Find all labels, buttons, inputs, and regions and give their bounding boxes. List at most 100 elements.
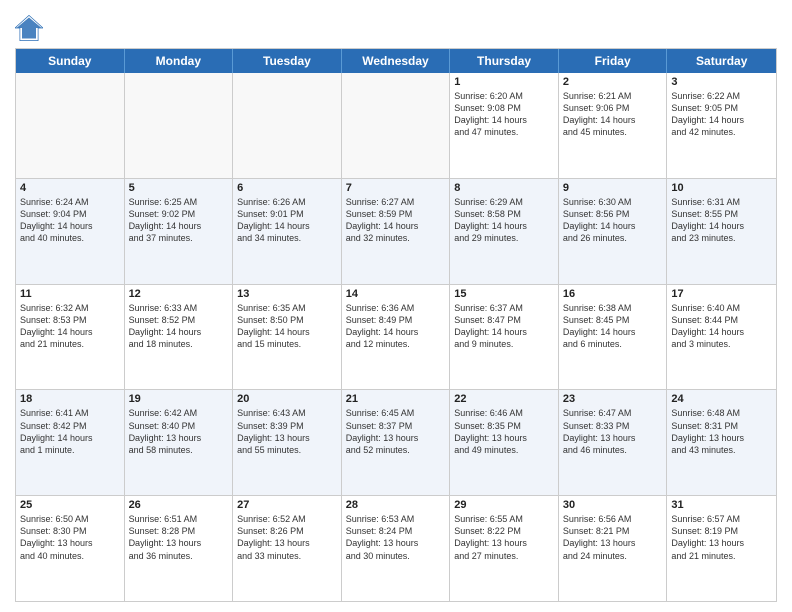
day-cell-21: 21 Sunrise: 6:45 AM Sunset: 8:37 PM Dayli… [342,390,451,495]
day-cell-13: 13Sunrise: 6:35 AM Sunset: 8:50 PM Dayli… [233,285,342,390]
day-cell-12: 12 Sunrise: 6:33 AM Sunset: 8:52 PM Dayli… [125,285,234,390]
day-info: Sunrise: 6:53 AM Sunset: 8:24 PM Dayligh… [346,513,446,562]
day-cell-25: 25Sunrise: 6:50 AM Sunset: 8:30 PM Dayli… [16,496,125,601]
day-cell-6: 6Sunrise: 6:26 AM Sunset: 9:01 PM Daylig… [233,179,342,284]
day-cell-24: 24Sunrise: 6:48 AM Sunset: 8:31 PM Dayli… [667,390,776,495]
day-number: 12 [129,288,229,300]
day-number: 7 [346,182,446,194]
day-number: 27 [237,499,337,511]
day-info: Sunrise: 6:37 AM Sunset: 8:47 PM Dayligh… [454,302,554,351]
day-info: Sunrise: 6:52 AM Sunset: 8:26 PM Dayligh… [237,513,337,562]
day-number: 15 [454,288,554,300]
day-number: 2 [563,76,663,88]
page: SundayMondayTuesdayWednesdayThursdayFrid… [0,0,792,612]
day-info: Sunrise: 6:21 AM Sunset: 9:06 PM Dayligh… [563,90,663,139]
day-number: 18 [20,393,120,405]
day-cell-28: 28 Sunrise: 6:53 AM Sunset: 8:24 PM Dayli… [342,496,451,601]
day-number: 4 [20,182,120,194]
day-number: 11 [20,288,120,300]
day-number: 9 [563,182,663,194]
day-number: 24 [671,393,772,405]
day-info: Sunrise: 6:25 AM Sunset: 9:02 PM Dayligh… [129,196,229,245]
day-number: 19 [129,393,229,405]
day-number: 10 [671,182,772,194]
day-info: Sunrise: 6:26 AM Sunset: 9:01 PM Dayligh… [237,196,337,245]
day-cell-29: 29 Sunrise: 6:55 AM Sunset: 8:22 PM Dayli… [450,496,559,601]
day-info: Sunrise: 6:33 AM Sunset: 8:52 PM Dayligh… [129,302,229,351]
day-number: 28 [346,499,446,511]
day-number: 30 [563,499,663,511]
day-info: Sunrise: 6:32 AM Sunset: 8:53 PM Dayligh… [20,302,120,351]
day-number: 23 [563,393,663,405]
logo-icon [15,14,43,42]
day-cell-15: 15 Sunrise: 6:37 AM Sunset: 8:47 PM Dayli… [450,285,559,390]
day-cell-19: 19Sunrise: 6:42 AM Sunset: 8:40 PM Dayli… [125,390,234,495]
day-cell-16: 16 Sunrise: 6:38 AM Sunset: 8:45 PM Dayli… [559,285,668,390]
day-info: Sunrise: 6:27 AM Sunset: 8:59 PM Dayligh… [346,196,446,245]
day-number: 8 [454,182,554,194]
day-cell-10: 10Sunrise: 6:31 AM Sunset: 8:55 PM Dayli… [667,179,776,284]
day-cell-22: 22 Sunrise: 6:46 AM Sunset: 8:35 PM Dayli… [450,390,559,495]
day-cell-17: 17 Sunrise: 6:40 AM Sunset: 8:44 PM Dayli… [667,285,776,390]
calendar-row-0: 1 Sunrise: 6:20 AM Sunset: 9:08 PM Daylig… [16,73,776,179]
day-number: 1 [454,76,554,88]
day-info: Sunrise: 6:36 AM Sunset: 8:49 PM Dayligh… [346,302,446,351]
day-info: Sunrise: 6:30 AM Sunset: 8:56 PM Dayligh… [563,196,663,245]
day-info: Sunrise: 6:40 AM Sunset: 8:44 PM Dayligh… [671,302,772,351]
day-cell-14: 14 Sunrise: 6:36 AM Sunset: 8:49 PM Dayli… [342,285,451,390]
day-info: Sunrise: 6:35 AM Sunset: 8:50 PM Dayligh… [237,302,337,351]
day-cell-2: 2 Sunrise: 6:21 AM Sunset: 9:06 PM Daylig… [559,73,668,178]
day-info: Sunrise: 6:57 AM Sunset: 8:19 PM Dayligh… [671,513,772,562]
day-number: 25 [20,499,120,511]
calendar-row-1: 4 Sunrise: 6:24 AM Sunset: 9:04 PM Daylig… [16,179,776,285]
day-info: Sunrise: 6:41 AM Sunset: 8:42 PM Dayligh… [20,407,120,456]
empty-cell-0-2 [233,73,342,178]
day-cell-23: 23 Sunrise: 6:47 AM Sunset: 8:33 PM Dayli… [559,390,668,495]
empty-cell-0-0 [16,73,125,178]
day-number: 29 [454,499,554,511]
day-cell-18: 18 Sunrise: 6:41 AM Sunset: 8:42 PM Dayli… [16,390,125,495]
day-cell-7: 7 Sunrise: 6:27 AM Sunset: 8:59 PM Daylig… [342,179,451,284]
day-cell-31: 31Sunrise: 6:57 AM Sunset: 8:19 PM Dayli… [667,496,776,601]
day-info: Sunrise: 6:22 AM Sunset: 9:05 PM Dayligh… [671,90,772,139]
day-number: 17 [671,288,772,300]
day-number: 26 [129,499,229,511]
day-number: 20 [237,393,337,405]
day-info: Sunrise: 6:46 AM Sunset: 8:35 PM Dayligh… [454,407,554,456]
header-day-sunday: Sunday [16,49,125,73]
day-info: Sunrise: 6:24 AM Sunset: 9:04 PM Dayligh… [20,196,120,245]
calendar-body: 1 Sunrise: 6:20 AM Sunset: 9:08 PM Daylig… [16,73,776,601]
header-day-tuesday: Tuesday [233,49,342,73]
day-info: Sunrise: 6:56 AM Sunset: 8:21 PM Dayligh… [563,513,663,562]
day-number: 14 [346,288,446,300]
day-cell-20: 20 Sunrise: 6:43 AM Sunset: 8:39 PM Dayli… [233,390,342,495]
empty-cell-0-3 [342,73,451,178]
day-cell-4: 4 Sunrise: 6:24 AM Sunset: 9:04 PM Daylig… [16,179,125,284]
day-info: Sunrise: 6:47 AM Sunset: 8:33 PM Dayligh… [563,407,663,456]
day-info: Sunrise: 6:20 AM Sunset: 9:08 PM Dayligh… [454,90,554,139]
day-cell-3: 3 Sunrise: 6:22 AM Sunset: 9:05 PM Daylig… [667,73,776,178]
day-number: 22 [454,393,554,405]
day-cell-26: 26 Sunrise: 6:51 AM Sunset: 8:28 PM Dayli… [125,496,234,601]
header-day-thursday: Thursday [450,49,559,73]
day-cell-11: 11 Sunrise: 6:32 AM Sunset: 8:53 PM Dayli… [16,285,125,390]
day-info: Sunrise: 6:45 AM Sunset: 8:37 PM Dayligh… [346,407,446,456]
day-info: Sunrise: 6:38 AM Sunset: 8:45 PM Dayligh… [563,302,663,351]
logo [15,14,47,42]
day-number: 16 [563,288,663,300]
header [15,10,777,42]
calendar-row-2: 11 Sunrise: 6:32 AM Sunset: 8:53 PM Dayli… [16,285,776,391]
day-info: Sunrise: 6:43 AM Sunset: 8:39 PM Dayligh… [237,407,337,456]
day-cell-5: 5Sunrise: 6:25 AM Sunset: 9:02 PM Daylig… [125,179,234,284]
calendar-row-4: 25Sunrise: 6:50 AM Sunset: 8:30 PM Dayli… [16,496,776,601]
day-cell-1: 1 Sunrise: 6:20 AM Sunset: 9:08 PM Daylig… [450,73,559,178]
day-cell-30: 30 Sunrise: 6:56 AM Sunset: 8:21 PM Dayli… [559,496,668,601]
header-day-monday: Monday [125,49,234,73]
header-day-friday: Friday [559,49,668,73]
day-info: Sunrise: 6:51 AM Sunset: 8:28 PM Dayligh… [129,513,229,562]
day-number: 3 [671,76,772,88]
day-number: 21 [346,393,446,405]
day-info: Sunrise: 6:29 AM Sunset: 8:58 PM Dayligh… [454,196,554,245]
header-day-wednesday: Wednesday [342,49,451,73]
day-info: Sunrise: 6:55 AM Sunset: 8:22 PM Dayligh… [454,513,554,562]
